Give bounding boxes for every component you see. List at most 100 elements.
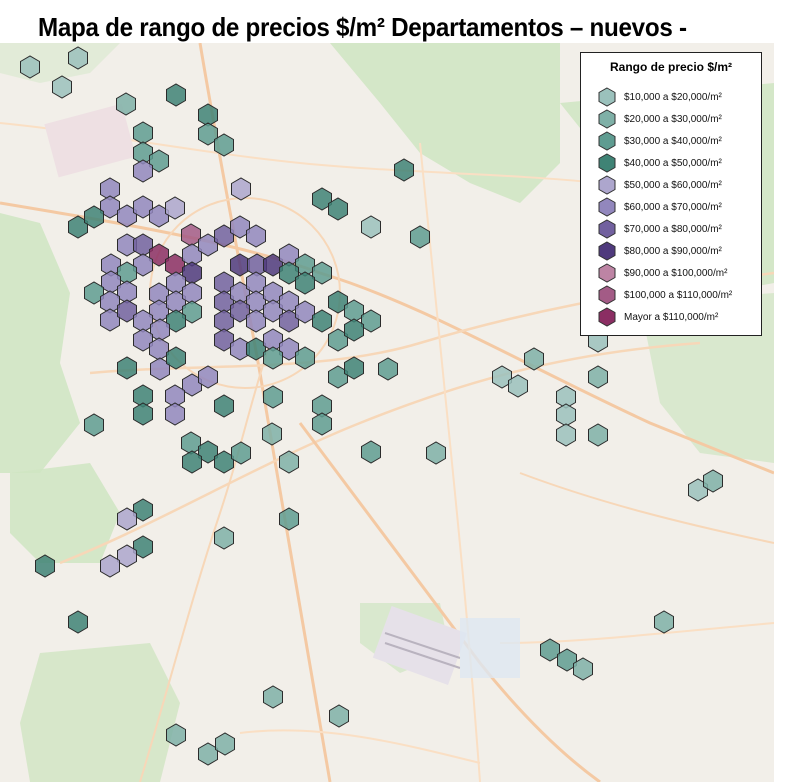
hexagon-icon <box>598 175 616 195</box>
legend-label: $90,000 a $100,000/m² <box>624 267 728 279</box>
price-hexagon[interactable] <box>654 610 674 634</box>
price-hexagon[interactable] <box>198 742 218 766</box>
legend-label: $60,000 a $70,000/m² <box>624 201 722 213</box>
legend-item: $70,000 a $80,000/m² <box>597 219 722 239</box>
legend-item: $90,000 a $100,000/m² <box>597 263 727 283</box>
price-hexagon[interactable] <box>214 133 234 157</box>
price-hexagon[interactable] <box>68 46 88 70</box>
price-hexagon[interactable] <box>344 356 364 380</box>
price-hexagon[interactable] <box>117 507 137 531</box>
legend-label: $100,000 a $110,000/m² <box>624 289 733 301</box>
price-hexagon[interactable] <box>149 337 169 361</box>
price-hexagon[interactable] <box>361 215 381 239</box>
price-hexagon[interactable] <box>295 346 315 370</box>
price-hexagon[interactable] <box>524 347 544 371</box>
price-hexagon[interactable] <box>410 225 430 249</box>
price-hexagon[interactable] <box>262 422 282 446</box>
price-hexagon[interactable] <box>100 308 120 332</box>
price-hexagon[interactable] <box>279 507 299 531</box>
price-hexagon[interactable] <box>133 121 153 145</box>
price-hexagon[interactable] <box>508 374 528 398</box>
price-hexagon[interactable] <box>328 197 348 221</box>
hexagon-icon <box>598 307 616 327</box>
legend-label: $10,000 a $20,000/m² <box>624 91 722 103</box>
hexagon-icon <box>598 285 616 305</box>
legend-item: $40,000 a $50,000/m² <box>597 153 722 173</box>
price-hexagon[interactable] <box>263 385 283 409</box>
price-hexagon[interactable] <box>556 403 576 427</box>
price-hexagon[interactable] <box>35 554 55 578</box>
hexagon-icon <box>598 153 616 173</box>
legend-item: $50,000 a $60,000/m² <box>597 175 722 195</box>
price-hexagon[interactable] <box>166 83 186 107</box>
price-hexagon[interactable] <box>165 402 185 426</box>
price-hexagon[interactable] <box>394 158 414 182</box>
price-hexagon[interactable] <box>295 300 315 324</box>
hexagon-icon <box>598 219 616 239</box>
price-hexagon[interactable] <box>279 450 299 474</box>
price-hexagon[interactable] <box>230 253 250 277</box>
price-hexagon[interactable] <box>165 196 185 220</box>
price-hexagon[interactable] <box>573 657 593 681</box>
price-hexagon[interactable] <box>540 638 560 662</box>
price-hexagon[interactable] <box>214 450 234 474</box>
price-hexagon[interactable] <box>133 402 153 426</box>
price-hexagon[interactable] <box>84 205 104 229</box>
price-hexagon[interactable] <box>198 365 218 389</box>
legend-label: $80,000 a $90,000/m² <box>624 245 722 257</box>
price-hexagon[interactable] <box>100 554 120 578</box>
price-hexagon[interactable] <box>588 423 608 447</box>
price-hexagon[interactable] <box>703 469 723 493</box>
price-hexagon[interactable] <box>361 440 381 464</box>
price-hexagon[interactable] <box>214 394 234 418</box>
price-hexagon[interactable] <box>263 346 283 370</box>
price-hexagon[interactable] <box>181 223 201 247</box>
legend-label: Mayor a $110,000/m² <box>624 311 719 323</box>
price-hexagon[interactable] <box>312 309 332 333</box>
price-hexagon[interactable] <box>344 318 364 342</box>
price-hexagon[interactable] <box>231 177 251 201</box>
price-hexagon[interactable] <box>246 224 266 248</box>
price-hexagon[interactable] <box>117 544 137 568</box>
price-hexagon[interactable] <box>312 412 332 436</box>
hexagon-icon <box>598 131 616 151</box>
price-hexagon[interactable] <box>588 365 608 389</box>
price-hexagon[interactable] <box>556 423 576 447</box>
price-hexagon[interactable] <box>166 723 186 747</box>
price-hexagon[interactable] <box>215 732 235 756</box>
price-hexagon[interactable] <box>20 55 40 79</box>
legend-label: $50,000 a $60,000/m² <box>624 179 722 191</box>
page: Mapa de rango de precios $/m² Departamen… <box>0 0 786 782</box>
price-hexagon[interactable] <box>166 346 186 370</box>
price-hexagon[interactable] <box>150 318 170 342</box>
price-hexagon[interactable] <box>295 271 315 295</box>
price-hexagon[interactable] <box>68 610 88 634</box>
map-title: Mapa de rango de precios $/m² Departamen… <box>38 12 687 42</box>
legend-item: $30,000 a $40,000/m² <box>597 131 722 151</box>
legend-item: $60,000 a $70,000/m² <box>597 197 722 217</box>
price-hexagon[interactable] <box>329 704 349 728</box>
price-hexagon[interactable] <box>182 450 202 474</box>
price-hexagon[interactable] <box>231 441 251 465</box>
price-hexagon[interactable] <box>84 413 104 437</box>
price-hexagon[interactable] <box>263 685 283 709</box>
price-hexagon[interactable] <box>246 309 266 333</box>
legend-item: Mayor a $110,000/m² <box>597 307 718 327</box>
price-hexagon[interactable] <box>133 159 153 183</box>
legend-label: $30,000 a $40,000/m² <box>624 135 722 147</box>
hexagon-icon <box>598 241 616 261</box>
price-hexagon[interactable] <box>246 337 266 361</box>
price-hexagon[interactable] <box>52 75 72 99</box>
price-hexagon[interactable] <box>378 357 398 381</box>
legend: Rango de precio $/m² $10,000 a $20,000/m… <box>580 52 762 336</box>
legend-item: $20,000 a $30,000/m² <box>597 109 722 129</box>
price-hexagon[interactable] <box>214 526 234 550</box>
price-hexagon[interactable] <box>312 261 332 285</box>
legend-item: $10,000 a $20,000/m² <box>597 87 722 107</box>
price-hexagon[interactable] <box>361 309 381 333</box>
price-hexagon[interactable] <box>117 356 137 380</box>
price-hexagon[interactable] <box>116 92 136 116</box>
legend-title: Rango de precio $/m² <box>609 60 733 74</box>
price-hexagon[interactable] <box>181 431 201 455</box>
price-hexagon[interactable] <box>426 441 446 465</box>
